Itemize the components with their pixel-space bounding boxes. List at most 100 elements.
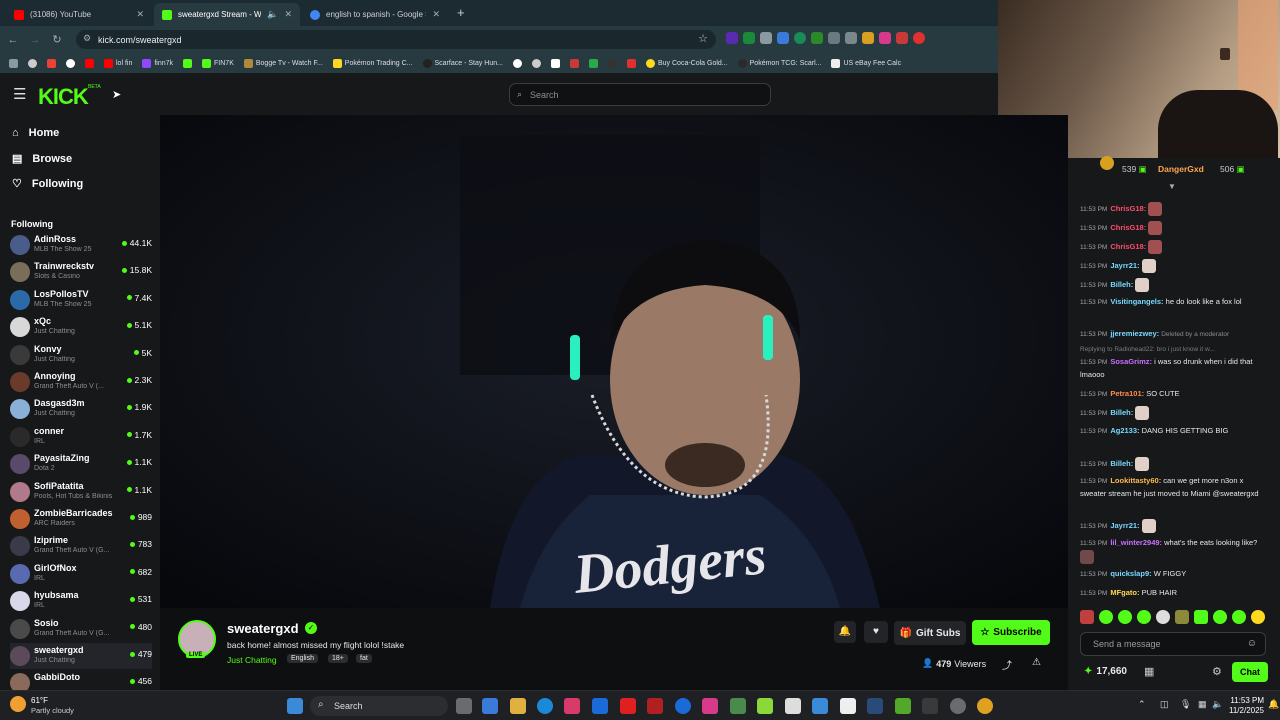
weather-temp[interactable]: 61°F [31, 696, 48, 705]
extension-icon[interactable] [794, 32, 806, 44]
emote-icon[interactable] [1118, 610, 1132, 624]
chat-message[interactable]: 11:53 PM Jayrr21: [1080, 519, 1270, 533]
emote-icon[interactable] [1232, 610, 1246, 624]
app-icon[interactable] [840, 698, 856, 714]
following-item[interactable]: LosPollosTV MLB The Show 25 7.4K [10, 287, 152, 313]
app-icon[interactable] [950, 698, 966, 714]
apps-icon[interactable] [6, 58, 21, 68]
following-item[interactable]: Dasgasd3m Just Chatting 1.9K [10, 396, 152, 422]
share-icon[interactable]: ⤴ [1002, 657, 1012, 672]
chat-message[interactable]: Replying to Radiohead22: bro i just know… [1080, 346, 1270, 381]
chat-message[interactable]: 11:53 PM Billeh: [1080, 406, 1270, 420]
extension-icon[interactable] [879, 32, 891, 44]
bookmark-bogge[interactable]: Bogge Tv - Watch F... [241, 58, 326, 68]
following-item[interactable]: conner IRL 1.7K [10, 424, 152, 450]
url-field[interactable]: ⚙ kick.com/sweatergxd ☆ [76, 30, 716, 49]
bookmark-icon[interactable] [510, 58, 525, 68]
chat-send-button[interactable]: Chat [1232, 662, 1268, 682]
emote-icon[interactable] [1194, 610, 1208, 624]
channel-points[interactable]: ✦ 17,660 [1084, 666, 1127, 677]
chat-message[interactable]: 11:53 PM Ag2133: DANG HIS GETTING BIG [1080, 425, 1270, 438]
tray-app-icon[interactable]: ◫ [1160, 699, 1169, 710]
emote-icon[interactable] [1213, 610, 1227, 624]
chat-message[interactable]: 11:53 PM jjeremiezwey: Deleted by a moder… [1080, 328, 1270, 341]
amazon-icon[interactable] [785, 698, 801, 714]
bookmark-icon[interactable] [624, 58, 639, 68]
following-item[interactable]: Konvy Just Chatting 5K [10, 342, 152, 368]
chat-message-input[interactable]: Send a message ☺ [1080, 632, 1266, 656]
chat-message[interactable]: 11:53 PM ChrisG18: [1080, 202, 1270, 216]
site-info-icon[interactable]: ⚙ [83, 33, 91, 44]
bookmark-finn7k[interactable]: finn7k [139, 58, 176, 68]
bookmark-icon[interactable] [25, 58, 40, 68]
bookmark-kick[interactable] [180, 58, 195, 68]
emote-icon[interactable] [1080, 610, 1094, 624]
extension-icon[interactable] [760, 32, 772, 44]
following-item[interactable]: AdinRoss MLB The Show 25 44.1K [10, 232, 152, 258]
chat-message[interactable]: 11:53 PM Petra101: SO CUTE [1080, 388, 1270, 401]
youtube-icon[interactable] [620, 698, 636, 714]
chat-message[interactable]: 11:53 PM Lookittasty60: can we get more n… [1080, 475, 1270, 500]
notification-bell-icon[interactable]: 🔔 [1268, 699, 1279, 710]
tab-youtube[interactable]: (31086) YouTube ✕ [6, 3, 152, 26]
pinned-collapse-icon[interactable]: ▼ [1168, 182, 1176, 191]
bookmark-scarface[interactable]: Scarface - Stay Hun... [420, 58, 506, 68]
nav-browse[interactable]: ▤ Browse [12, 152, 72, 166]
chat-message[interactable]: 11:53 PM quickslap9: W FIGGY [1080, 568, 1270, 581]
store-icon[interactable]: ▦ [1144, 665, 1154, 678]
tab-kick[interactable]: sweatergxd Stream - Watch 🔈 ✕ [154, 3, 300, 26]
chat-username[interactable]: lil_winter2949: [1110, 538, 1162, 547]
chat-username[interactable]: Billeh: [1110, 459, 1133, 468]
following-item[interactable]: xQc Just Chatting 5.1K [10, 314, 152, 340]
bookmark-icon[interactable] [82, 58, 97, 68]
bookmark-icon[interactable] [605, 58, 620, 68]
tag-english[interactable]: English [287, 654, 318, 663]
bookmark-fin7k[interactable]: FIN7K [199, 58, 237, 68]
bookmark-lol-fin[interactable]: lol fin [101, 58, 135, 68]
following-item[interactable]: Trainwreckstv Slots & Casino 15.8K [10, 259, 152, 285]
app-icon[interactable] [730, 698, 746, 714]
search-input[interactable]: ⌕ Search [509, 83, 771, 106]
following-item[interactable]: PayasitaZing Dota 2 1.1K [10, 451, 152, 477]
emoji-picker-icon[interactable]: ☺ [1247, 638, 1257, 649]
following-item[interactable]: hyubsama IRL 531 [10, 588, 152, 614]
channel-name[interactable]: sweatergxd [227, 621, 299, 636]
chat-username[interactable]: ChrisG18: [1110, 242, 1146, 251]
chat-message[interactable]: 11:53 PM Jayrr21: [1080, 259, 1270, 273]
chat-username[interactable]: Jayrr21: [1110, 521, 1139, 530]
extension-icon[interactable] [726, 32, 738, 44]
chat-username[interactable]: ChrisG18: [1110, 204, 1146, 213]
file-explorer-icon[interactable] [510, 698, 526, 714]
microphone-icon[interactable]: 🎙 [1180, 699, 1191, 710]
app-icon[interactable] [922, 698, 938, 714]
chat-message[interactable]: 11:53 PM Billeh: [1080, 278, 1270, 292]
chat-username[interactable]: Lookittasty60: [1110, 476, 1161, 485]
close-tab-icon[interactable]: ✕ [284, 9, 292, 20]
app-icon[interactable] [757, 698, 773, 714]
volume-icon[interactable]: 🔈 [1212, 699, 1223, 710]
bookmark-pokemon[interactable]: Pokémon Trading C... [330, 58, 416, 68]
extension-icon[interactable] [896, 32, 908, 44]
gift-subs-button[interactable]: 🎁 Gift Subs [894, 621, 966, 645]
facebook-icon[interactable] [675, 698, 691, 714]
weather-desc[interactable]: Partly cloudy [31, 706, 74, 715]
store-icon[interactable] [564, 698, 580, 714]
following-item[interactable]: ZombieBarricades ARC Raiders 989 [10, 506, 152, 532]
chat-message[interactable]: 11:53 PM Visitingangels: he do look like … [1080, 296, 1270, 309]
chat-message[interactable]: 11:53 PM lil_winter2949: what's the eats … [1080, 537, 1270, 564]
extension-icon[interactable] [743, 32, 755, 44]
chat-username[interactable]: Ag2133: [1110, 426, 1139, 435]
following-item[interactable]: SofiPatatita Pools, Hot Tubs & Bikinis 1.1… [10, 479, 152, 505]
windows-start-icon[interactable] [287, 698, 303, 714]
clock-time[interactable]: 11:53 PM [1226, 696, 1264, 705]
video-player[interactable]: Dodgers [160, 115, 1068, 608]
extension-icon[interactable] [811, 32, 823, 44]
emote-icon[interactable] [1137, 610, 1151, 624]
following-item[interactable]: Annoying Grand Theft Auto V (... 2.3K [10, 369, 152, 395]
chat-message[interactable]: 11:53 PM MFgato: PUB HAIR [1080, 587, 1270, 600]
extension-icon[interactable] [845, 32, 857, 44]
following-item[interactable]: GirlOfNox IRL 682 [10, 561, 152, 587]
emote-icon[interactable] [1175, 610, 1189, 624]
bookmark-coca-cola[interactable]: Buy Coca-Cola Gold... [643, 58, 731, 68]
forward-icon[interactable]: → [24, 34, 46, 46]
